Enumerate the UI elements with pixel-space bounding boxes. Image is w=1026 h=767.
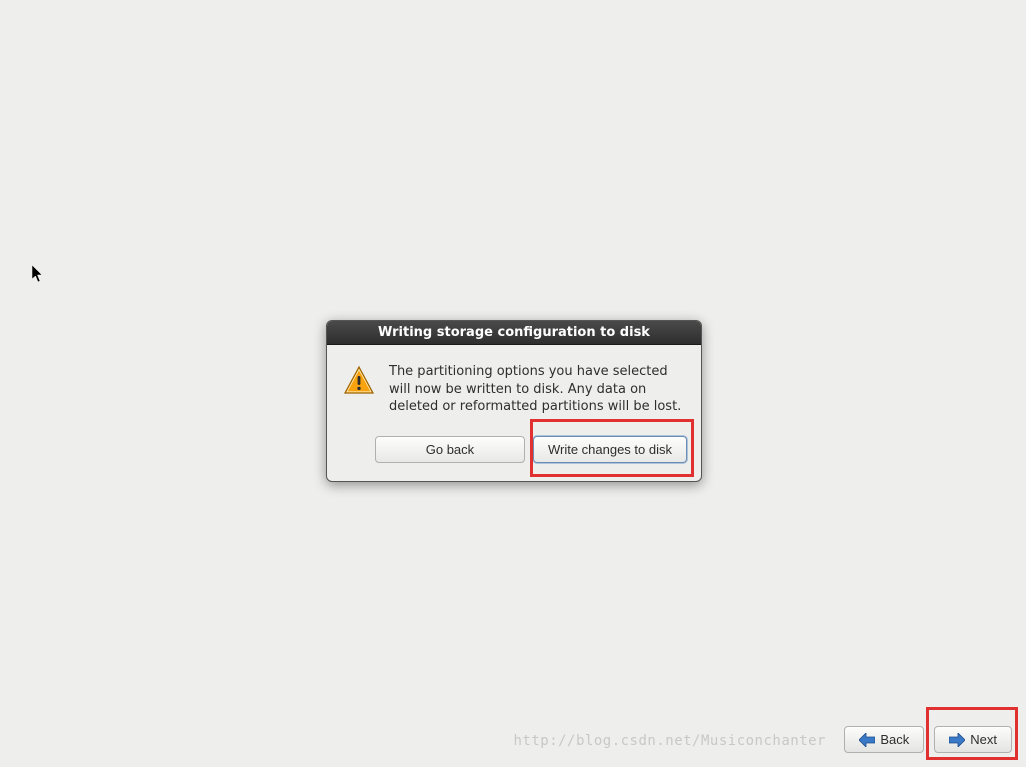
go-back-button[interactable]: Go back [375, 436, 525, 463]
dialog-title: Writing storage configuration to disk [327, 321, 701, 345]
write-changes-button[interactable]: Write changes to disk [533, 436, 687, 463]
footer-nav: Back Next [844, 726, 1012, 753]
dialog-message: The partitioning options you have select… [389, 363, 685, 416]
next-button[interactable]: Next [934, 726, 1012, 753]
mouse-cursor [32, 265, 44, 283]
next-button-label: Next [970, 732, 997, 747]
storage-config-dialog: Writing storage configuration to disk Th… [326, 320, 702, 482]
back-button[interactable]: Back [844, 726, 924, 753]
watermark-text: http://blog.csdn.net/Musiconchanter [513, 733, 826, 749]
arrow-right-icon [949, 733, 965, 747]
back-button-label: Back [880, 732, 909, 747]
warning-icon [343, 365, 375, 397]
arrow-left-icon [859, 733, 875, 747]
dialog-body: The partitioning options you have select… [327, 345, 701, 426]
dialog-button-row: Go back Write changes to disk [327, 426, 701, 481]
